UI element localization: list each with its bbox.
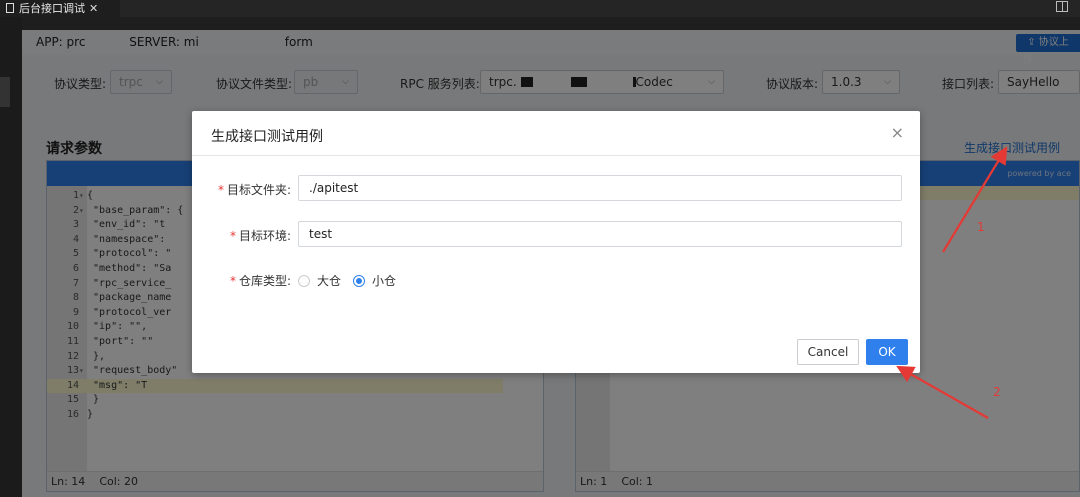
target-dir-input[interactable]: ./apitest	[298, 175, 902, 201]
annotation-number-2: 2	[993, 385, 1001, 399]
radio-checked-icon	[353, 275, 365, 287]
required-mark: *	[230, 274, 236, 288]
target-dir-label: * 目标文件夹:	[218, 183, 292, 197]
editor-tab-title: 后台接口调试	[19, 2, 85, 15]
document-icon	[6, 3, 14, 13]
dialog-divider	[192, 155, 920, 156]
close-icon[interactable]: ×	[891, 123, 904, 142]
required-mark: *	[230, 229, 236, 243]
required-mark: *	[218, 183, 224, 197]
split-editor-icon[interactable]	[1056, 1, 1068, 12]
editor-tab-bar: 后台接口调试 ✕	[0, 0, 1080, 17]
repo-type-label: * 仓库类型:	[230, 274, 292, 288]
dialog-title: 生成接口测试用例	[211, 129, 323, 145]
tab-close-icon[interactable]: ✕	[89, 2, 98, 15]
ok-button[interactable]: OK	[866, 339, 908, 365]
radio-small-repo[interactable]: 小仓	[353, 272, 396, 289]
activity-bar	[0, 17, 22, 497]
cancel-button[interactable]: Cancel	[797, 339, 859, 365]
target-env-label: * 目标环境:	[230, 229, 292, 243]
radio-circle-icon	[298, 275, 310, 287]
target-env-input[interactable]: test	[298, 221, 902, 247]
annotation-number-1: 1	[977, 220, 985, 234]
generate-test-case-dialog: 生成接口测试用例 × * 目标文件夹: ./apitest * 目标环境: test…	[192, 111, 920, 373]
radio-big-repo[interactable]: 大仓	[298, 272, 341, 289]
editor-tab[interactable]: 后台接口调试 ✕	[0, 0, 120, 17]
